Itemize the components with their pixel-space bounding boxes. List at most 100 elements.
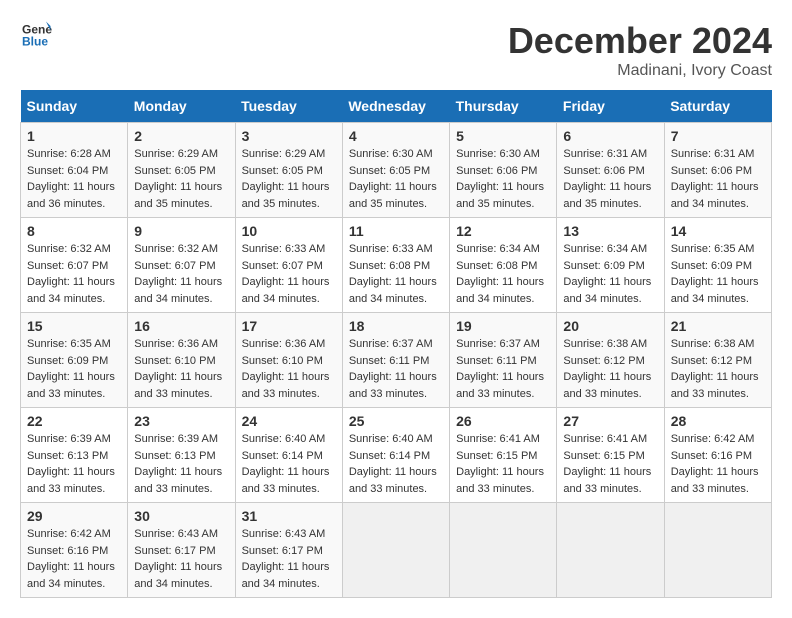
day-number: 6	[563, 128, 657, 144]
calendar-cell	[664, 503, 771, 598]
calendar-cell: 19 Sunrise: 6:37 AM Sunset: 6:11 PM Dayli…	[450, 313, 557, 408]
day-info: Sunrise: 6:31 AM Sunset: 6:06 PM Dayligh…	[563, 146, 657, 212]
day-info: Sunrise: 6:37 AM Sunset: 6:11 PM Dayligh…	[456, 336, 550, 402]
day-number: 5	[456, 128, 550, 144]
day-number: 4	[349, 128, 443, 144]
day-info: Sunrise: 6:38 AM Sunset: 6:12 PM Dayligh…	[671, 336, 765, 402]
calendar-cell: 11 Sunrise: 6:33 AM Sunset: 6:08 PM Dayli…	[342, 218, 449, 313]
day-number: 11	[349, 223, 443, 239]
day-info: Sunrise: 6:41 AM Sunset: 6:15 PM Dayligh…	[563, 431, 657, 497]
day-number: 9	[134, 223, 228, 239]
day-info: Sunrise: 6:42 AM Sunset: 6:16 PM Dayligh…	[671, 431, 765, 497]
calendar-cell: 10 Sunrise: 6:33 AM Sunset: 6:07 PM Dayli…	[235, 218, 342, 313]
logo: General Blue	[20, 20, 52, 55]
calendar-week-4: 22Sunrise: 6:39 AM Sunset: 6:13 PM Dayli…	[21, 408, 772, 503]
header-wednesday: Wednesday	[342, 90, 449, 123]
header-sunday: Sunday	[21, 90, 128, 123]
day-number: 10	[242, 223, 336, 239]
page-header: General Blue December 2024 Madinani, Ivo…	[20, 20, 772, 80]
calendar-cell: 23 Sunrise: 6:39 AM Sunset: 6:13 PM Dayli…	[128, 408, 235, 503]
calendar-week-3: 15Sunrise: 6:35 AM Sunset: 6:09 PM Dayli…	[21, 313, 772, 408]
header-saturday: Saturday	[664, 90, 771, 123]
day-info: Sunrise: 6:40 AM Sunset: 6:14 PM Dayligh…	[242, 431, 336, 497]
day-number: 19	[456, 318, 550, 334]
calendar-cell: 27 Sunrise: 6:41 AM Sunset: 6:15 PM Dayli…	[557, 408, 664, 503]
day-info: Sunrise: 6:35 AM Sunset: 6:09 PM Dayligh…	[671, 241, 765, 307]
calendar-cell: 5 Sunrise: 6:30 AM Sunset: 6:06 PM Daylig…	[450, 123, 557, 218]
day-info: Sunrise: 6:31 AM Sunset: 6:06 PM Dayligh…	[671, 146, 765, 212]
header-tuesday: Tuesday	[235, 90, 342, 123]
calendar-week-5: 29 Sunrise: 6:42 AM Sunset: 6:16 PM Dayli…	[21, 503, 772, 598]
calendar-cell: 26Sunrise: 6:41 AM Sunset: 6:15 PM Dayli…	[450, 408, 557, 503]
day-number: 26	[456, 413, 550, 429]
day-number: 3	[242, 128, 336, 144]
day-number: 21	[671, 318, 765, 334]
day-number: 23	[134, 413, 228, 429]
calendar-week-2: 8 Sunrise: 6:32 AM Sunset: 6:07 PM Daylig…	[21, 218, 772, 313]
day-number: 12	[456, 223, 550, 239]
calendar-cell: 25Sunrise: 6:40 AM Sunset: 6:14 PM Dayli…	[342, 408, 449, 503]
day-number: 27	[563, 413, 657, 429]
calendar-cell: 31Sunrise: 6:43 AM Sunset: 6:17 PM Dayli…	[235, 503, 342, 598]
calendar-cell: 20 Sunrise: 6:38 AM Sunset: 6:12 PM Dayli…	[557, 313, 664, 408]
calendar-cell: 2 Sunrise: 6:29 AM Sunset: 6:05 PM Daylig…	[128, 123, 235, 218]
day-number: 29	[27, 508, 121, 524]
day-number: 30	[134, 508, 228, 524]
day-number: 25	[349, 413, 443, 429]
day-number: 31	[242, 508, 336, 524]
day-info: Sunrise: 6:39 AM Sunset: 6:13 PM Dayligh…	[134, 431, 228, 497]
day-info: Sunrise: 6:29 AM Sunset: 6:05 PM Dayligh…	[134, 146, 228, 212]
day-number: 17	[242, 318, 336, 334]
calendar-cell	[557, 503, 664, 598]
day-info: Sunrise: 6:33 AM Sunset: 6:08 PM Dayligh…	[349, 241, 443, 307]
day-number: 28	[671, 413, 765, 429]
day-number: 13	[563, 223, 657, 239]
calendar-cell: 15Sunrise: 6:35 AM Sunset: 6:09 PM Dayli…	[21, 313, 128, 408]
day-info: Sunrise: 6:33 AM Sunset: 6:07 PM Dayligh…	[242, 241, 336, 307]
day-number: 20	[563, 318, 657, 334]
calendar-cell	[450, 503, 557, 598]
calendar-cell	[342, 503, 449, 598]
day-info: Sunrise: 6:38 AM Sunset: 6:12 PM Dayligh…	[563, 336, 657, 402]
day-info: Sunrise: 6:32 AM Sunset: 6:07 PM Dayligh…	[134, 241, 228, 307]
day-number: 1	[27, 128, 121, 144]
calendar-table: SundayMondayTuesdayWednesdayThursdayFrid…	[20, 90, 772, 598]
day-number: 24	[242, 413, 336, 429]
calendar-header-row: SundayMondayTuesdayWednesdayThursdayFrid…	[21, 90, 772, 123]
calendar-cell: 9 Sunrise: 6:32 AM Sunset: 6:07 PM Daylig…	[128, 218, 235, 313]
day-number: 8	[27, 223, 121, 239]
calendar-cell: 18Sunrise: 6:37 AM Sunset: 6:11 PM Dayli…	[342, 313, 449, 408]
calendar-cell: 7 Sunrise: 6:31 AM Sunset: 6:06 PM Daylig…	[664, 123, 771, 218]
header-thursday: Thursday	[450, 90, 557, 123]
calendar-cell: 21 Sunrise: 6:38 AM Sunset: 6:12 PM Dayli…	[664, 313, 771, 408]
day-info: Sunrise: 6:29 AM Sunset: 6:05 PM Dayligh…	[242, 146, 336, 212]
day-info: Sunrise: 6:35 AM Sunset: 6:09 PM Dayligh…	[27, 336, 121, 402]
month-title: December 2024	[508, 20, 772, 62]
day-number: 14	[671, 223, 765, 239]
day-number: 18	[349, 318, 443, 334]
calendar-cell: 3 Sunrise: 6:29 AM Sunset: 6:05 PM Daylig…	[235, 123, 342, 218]
calendar-cell: 28 Sunrise: 6:42 AM Sunset: 6:16 PM Dayli…	[664, 408, 771, 503]
day-info: Sunrise: 6:32 AM Sunset: 6:07 PM Dayligh…	[27, 241, 121, 307]
day-info: Sunrise: 6:28 AM Sunset: 6:04 PM Dayligh…	[27, 146, 121, 212]
logo-icon: General Blue	[22, 20, 52, 50]
day-number: 16	[134, 318, 228, 334]
calendar-cell: 4 Sunrise: 6:30 AM Sunset: 6:05 PM Daylig…	[342, 123, 449, 218]
calendar-cell: 22Sunrise: 6:39 AM Sunset: 6:13 PM Dayli…	[21, 408, 128, 503]
day-info: Sunrise: 6:34 AM Sunset: 6:08 PM Dayligh…	[456, 241, 550, 307]
day-info: Sunrise: 6:39 AM Sunset: 6:13 PM Dayligh…	[27, 431, 121, 497]
day-number: 2	[134, 128, 228, 144]
day-info: Sunrise: 6:43 AM Sunset: 6:17 PM Dayligh…	[134, 526, 228, 592]
calendar-cell: 8 Sunrise: 6:32 AM Sunset: 6:07 PM Daylig…	[21, 218, 128, 313]
calendar-cell: 6 Sunrise: 6:31 AM Sunset: 6:06 PM Daylig…	[557, 123, 664, 218]
day-number: 7	[671, 128, 765, 144]
day-info: Sunrise: 6:36 AM Sunset: 6:10 PM Dayligh…	[134, 336, 228, 402]
day-info: Sunrise: 6:30 AM Sunset: 6:06 PM Dayligh…	[456, 146, 550, 212]
title-block: December 2024 Madinani, Ivory Coast	[508, 20, 772, 80]
header-monday: Monday	[128, 90, 235, 123]
day-info: Sunrise: 6:42 AM Sunset: 6:16 PM Dayligh…	[27, 526, 121, 592]
day-info: Sunrise: 6:30 AM Sunset: 6:05 PM Dayligh…	[349, 146, 443, 212]
calendar-cell: 14 Sunrise: 6:35 AM Sunset: 6:09 PM Dayli…	[664, 218, 771, 313]
calendar-cell: 12 Sunrise: 6:34 AM Sunset: 6:08 PM Dayli…	[450, 218, 557, 313]
day-info: Sunrise: 6:36 AM Sunset: 6:10 PM Dayligh…	[242, 336, 336, 402]
